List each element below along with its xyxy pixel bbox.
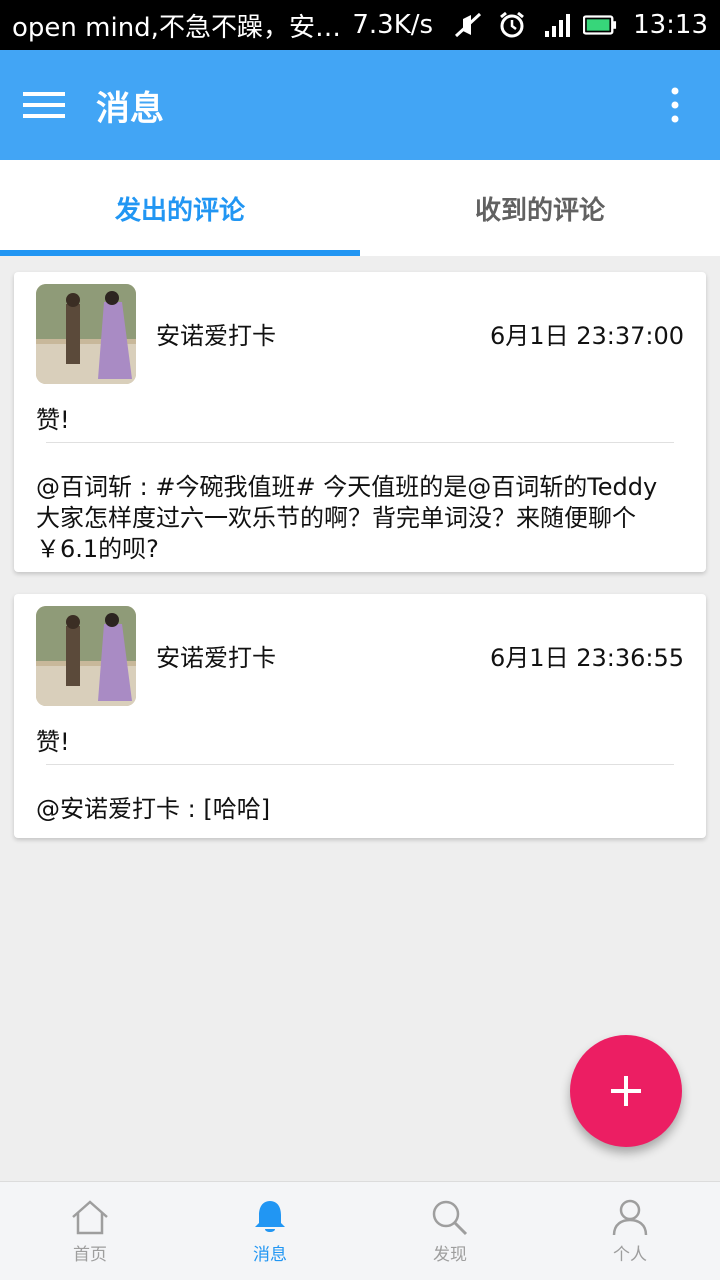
notification-text: open mind,不急不躁，安… bbox=[12, 12, 341, 43]
user-name: 安诺爱打卡 bbox=[156, 644, 276, 672]
quoted-post: @百词斩 : #今碗我值班# 今天值班的是@百词斩的Teddy 大家怎样度过六一… bbox=[36, 473, 658, 563]
nav-profile[interactable]: 个人 bbox=[540, 1182, 720, 1280]
nav-label: 发现 bbox=[433, 1245, 467, 1265]
tab-bar: 发出的评论 收到的评论 bbox=[0, 160, 720, 256]
nav-label: 首页 bbox=[73, 1245, 107, 1265]
clock: 13:13 bbox=[633, 10, 708, 40]
comment-text: 赞! bbox=[36, 728, 70, 756]
avatar[interactable] bbox=[36, 606, 136, 706]
alarm-icon bbox=[495, 10, 529, 40]
battery-icon bbox=[583, 10, 617, 40]
search-icon bbox=[432, 1200, 468, 1236]
nav-home[interactable]: 首页 bbox=[0, 1182, 180, 1280]
avatar[interactable] bbox=[36, 284, 136, 384]
network-speed: 7.3K/s bbox=[352, 10, 434, 40]
nav-label: 个人 bbox=[613, 1245, 647, 1265]
add-button[interactable] bbox=[570, 1035, 682, 1147]
more-vertical-icon[interactable] bbox=[630, 50, 720, 160]
nav-discover[interactable]: 发现 bbox=[360, 1182, 540, 1280]
page-title: 消息 bbox=[96, 88, 164, 129]
comment-card[interactable]: 安诺爱打卡 6月1日 23:37:00 赞! @百词斩 : #今碗我值班# 今天… bbox=[14, 272, 706, 572]
comment-text: 赞! bbox=[36, 406, 70, 434]
tab-received-comments[interactable]: 收到的评论 bbox=[360, 160, 720, 256]
hamburger-menu-icon[interactable] bbox=[0, 50, 88, 160]
divider bbox=[46, 442, 674, 443]
person-icon bbox=[612, 1199, 648, 1236]
bell-icon bbox=[255, 1201, 285, 1232]
comment-card[interactable]: 安诺爱打卡 6月1日 23:36:55 赞! @安诺爱打卡 : [哈哈] bbox=[14, 594, 706, 838]
nav-label: 消息 bbox=[253, 1245, 287, 1265]
quoted-post: @安诺爱打卡 : [哈哈] bbox=[36, 795, 271, 823]
plus-icon bbox=[611, 1076, 641, 1106]
nav-messages[interactable]: 消息 bbox=[180, 1182, 360, 1280]
status-bar: open mind,不急不躁，安… 7.3K/s 13:13 bbox=[0, 0, 720, 50]
home-icon bbox=[72, 1200, 108, 1235]
comment-time: 6月1日 23:37:00 bbox=[490, 322, 684, 350]
mute-icon bbox=[451, 10, 485, 40]
app-bar: 消息 bbox=[0, 50, 720, 160]
bottom-navigation: 首页 消息 发现 个人 bbox=[0, 1181, 720, 1280]
user-name: 安诺爱打卡 bbox=[156, 322, 276, 350]
comment-time: 6月1日 23:36:55 bbox=[490, 644, 684, 672]
tab-sent-comments[interactable]: 发出的评论 bbox=[0, 160, 360, 256]
signal-icon bbox=[539, 10, 573, 40]
divider bbox=[46, 764, 674, 765]
